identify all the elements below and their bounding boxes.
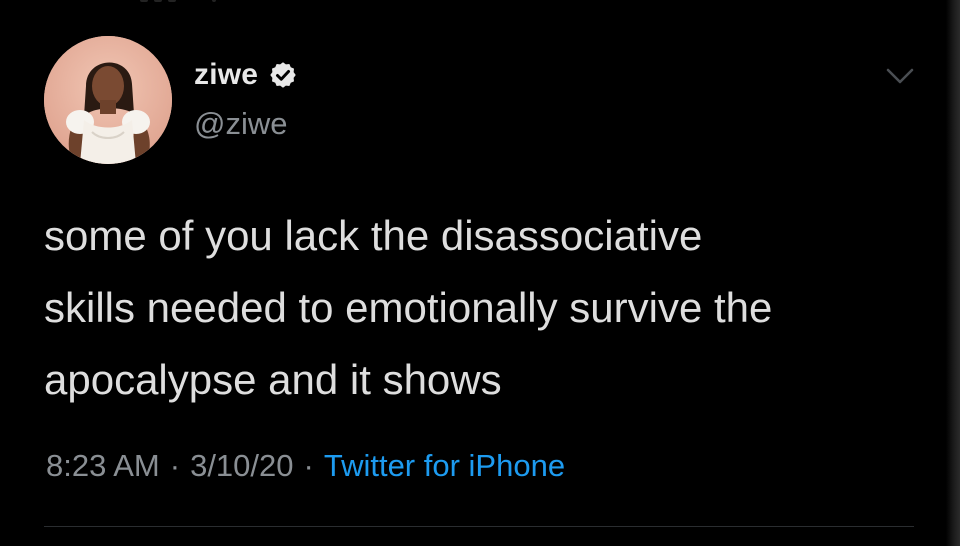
- tweet-card[interactable]: ziwe @ziwe some of you lack the disassoc…: [0, 0, 946, 546]
- author-avatar[interactable]: [44, 36, 172, 164]
- tweet-source-link[interactable]: Twitter for iPhone: [324, 448, 565, 483]
- author-name-row: ziwe: [194, 60, 298, 90]
- meta-separator: ·: [169, 448, 181, 483]
- tweet-meta: 8:23 AM · 3/10/20 · Twitter for iPhone: [46, 450, 565, 481]
- tweet-text: some of you lack the disassociative skil…: [44, 212, 773, 403]
- chevron-down-icon[interactable]: [880, 62, 920, 92]
- avatar-photo-icon: [44, 36, 172, 164]
- verified-badge-icon: [268, 60, 298, 90]
- tweet-time[interactable]: 8:23 AM: [46, 448, 160, 483]
- meta-separator: ·: [303, 448, 314, 483]
- author-handle[interactable]: @ziwe: [194, 108, 287, 139]
- author-display-name[interactable]: ziwe: [194, 60, 258, 90]
- tweet-date[interactable]: 3/10/20: [190, 448, 293, 483]
- divider: [44, 526, 914, 527]
- screen-edge: [946, 0, 960, 546]
